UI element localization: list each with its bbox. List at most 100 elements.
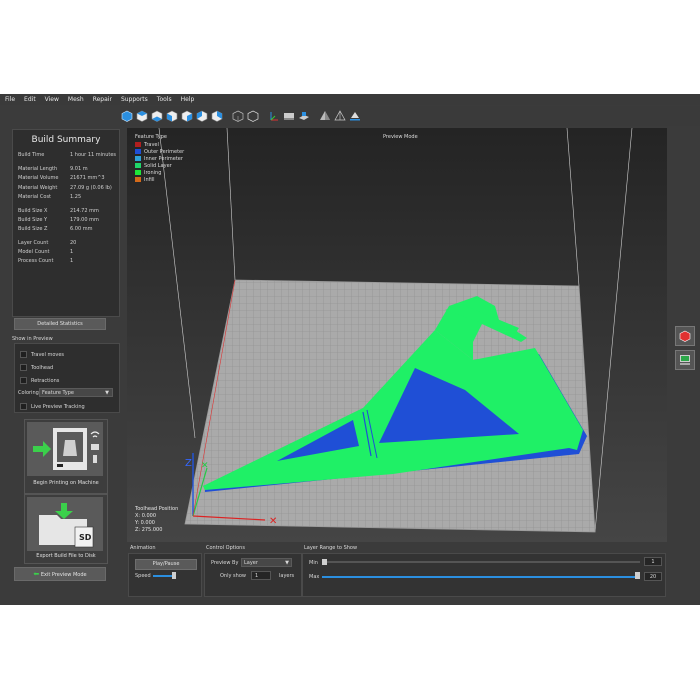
- coloring-select[interactable]: Feature Type ▼: [39, 388, 113, 397]
- wireframe-icon[interactable]: [231, 110, 244, 123]
- view-bottom-icon[interactable]: [150, 110, 163, 123]
- legend-swatch: [135, 163, 141, 168]
- stat-value: 20: [70, 240, 77, 246]
- max-label: Max: [309, 574, 320, 580]
- legend-label: Ironing: [144, 169, 162, 176]
- animation-title: Animation: [130, 545, 156, 551]
- stat-value: 214.72 mm: [70, 208, 99, 214]
- legend-row-travel: Travel: [135, 141, 184, 148]
- legend-label: Solid Layer: [144, 162, 172, 169]
- stat-label: Material Volume: [18, 175, 59, 181]
- export-label: Export Build File to Disk: [36, 553, 96, 559]
- model-view-icon[interactable]: [675, 326, 695, 346]
- scene-canvas[interactable]: Z ✕ ✕: [127, 127, 667, 542]
- preview-by-label: Preview By: [211, 560, 239, 566]
- section-icon[interactable]: [348, 110, 361, 123]
- stat-value: 1: [70, 258, 74, 264]
- menu-repair[interactable]: Repair: [88, 94, 116, 105]
- preview-by-select[interactable]: Layer ▼: [241, 558, 292, 567]
- app-window: File Edit View Mesh Repair Supports Tool…: [0, 94, 700, 605]
- live-tracking-row[interactable]: Live Preview Tracking: [20, 403, 85, 410]
- axis-z-label: Z: [185, 458, 192, 469]
- stat-value: 1 hour 11 minutes: [70, 152, 117, 158]
- solid-icon[interactable]: [246, 110, 259, 123]
- exit-preview-button[interactable]: ⬅ Exit Preview Mode: [14, 567, 106, 581]
- back-arrow-icon: ⬅: [33, 570, 40, 578]
- toolhead-row[interactable]: Toolhead: [20, 364, 53, 371]
- legend-row-outer-perimeter: Outer Perimeter: [135, 148, 184, 155]
- sd-card-label: SD: [79, 533, 92, 542]
- menu-supports[interactable]: Supports: [116, 94, 152, 105]
- export-graphic: SD: [27, 497, 103, 551]
- coloring-label: Coloring: [18, 390, 39, 396]
- menu-view[interactable]: View: [40, 94, 63, 105]
- feature-legend: Feature Type Travel Outer Perimeter Inne…: [135, 134, 184, 183]
- view-right-icon[interactable]: [210, 110, 223, 123]
- side-icons: [675, 326, 695, 370]
- toolhead-checkbox[interactable]: [20, 364, 27, 371]
- stat-value: 179.00 mm: [70, 217, 99, 223]
- summary-title: Build Summary: [31, 135, 101, 145]
- xray-icon[interactable]: [333, 110, 346, 123]
- bed-icon[interactable]: [282, 110, 295, 123]
- begin-printing-button[interactable]: Begin Printing on Machine: [24, 419, 108, 494]
- menu-file[interactable]: File: [0, 94, 19, 105]
- legend-swatch: [135, 142, 141, 147]
- retractions-row[interactable]: Retractions: [20, 377, 59, 384]
- begin-printing-label: Begin Printing on Machine: [33, 480, 99, 486]
- build-volume-icon[interactable]: [297, 110, 310, 123]
- stat-label: Layer Count: [18, 240, 49, 246]
- retractions-checkbox[interactable]: [20, 377, 27, 384]
- folder-icon: [39, 503, 94, 548]
- view-front-icon[interactable]: [165, 110, 178, 123]
- menu-tools[interactable]: Tools: [152, 94, 176, 105]
- axes-icon[interactable]: [267, 110, 280, 123]
- view-back-icon[interactable]: [180, 110, 193, 123]
- max-value: 20: [649, 574, 657, 580]
- preview-mode-label: Preview Mode: [383, 134, 418, 140]
- layer-range-panel: [302, 553, 666, 597]
- menu-help[interactable]: Help: [176, 94, 199, 105]
- shaded-icon[interactable]: [318, 110, 331, 123]
- min-slider-track[interactable]: [327, 561, 640, 563]
- only-show-input[interactable]: 1: [251, 571, 271, 580]
- live-tracking-checkbox[interactable]: [20, 403, 27, 410]
- max-value-input[interactable]: 20: [644, 572, 662, 581]
- stat-value: 21671 mm^3: [70, 175, 105, 181]
- stat-label: Process Count: [18, 258, 54, 264]
- layers-label: layers: [279, 573, 295, 579]
- menu-edit[interactable]: Edit: [19, 94, 40, 105]
- max-slider-handle[interactable]: [635, 572, 640, 579]
- control-options-title: Control Options: [206, 545, 245, 551]
- stat-value: 27.09 g (0.06 lb): [70, 185, 112, 191]
- toolhead-title: Toolhead Position: [135, 506, 179, 512]
- exit-preview-label: Exit Preview Mode: [40, 572, 87, 578]
- retractions-label: Retractions: [31, 377, 60, 384]
- toolhead-y: Y: 0.000: [135, 520, 155, 526]
- toolhead-x: X: 0.000: [135, 513, 157, 519]
- legend-row-infill: Infill: [135, 176, 184, 183]
- view-top-icon[interactable]: [135, 110, 148, 123]
- legend-title: Feature Type: [135, 134, 167, 140]
- min-value: 1: [651, 559, 655, 565]
- view-left-icon[interactable]: [195, 110, 208, 123]
- play-pause-button[interactable]: Play/Pause: [135, 559, 197, 570]
- machine-control-icon[interactable]: [675, 350, 695, 370]
- legend-label: Outer Perimeter: [144, 148, 185, 155]
- viewport-3d[interactable]: Z ✕ ✕: [127, 127, 667, 542]
- legend-label: Infill: [144, 176, 155, 183]
- travel-moves-row[interactable]: Travel moves: [20, 351, 64, 358]
- export-build-file-button[interactable]: SD Export Build File to Disk: [24, 494, 108, 564]
- preview-by-value: Layer: [244, 560, 258, 566]
- legend-label: Travel: [144, 141, 159, 148]
- min-value-input[interactable]: 1: [644, 557, 662, 566]
- travel-moves-checkbox[interactable]: [20, 351, 27, 358]
- detailed-statistics-button[interactable]: Detailed Statistics: [14, 318, 106, 330]
- menu-mesh[interactable]: Mesh: [63, 94, 88, 105]
- speed-slider-handle[interactable]: [172, 572, 176, 579]
- stat-label: Material Weight: [18, 185, 58, 191]
- max-slider-track[interactable]: [322, 576, 635, 578]
- coloring-value: Feature Type: [42, 390, 74, 396]
- legend-row-inner-perimeter: Inner Perimeter: [135, 155, 184, 162]
- view-iso-icon[interactable]: [120, 110, 133, 123]
